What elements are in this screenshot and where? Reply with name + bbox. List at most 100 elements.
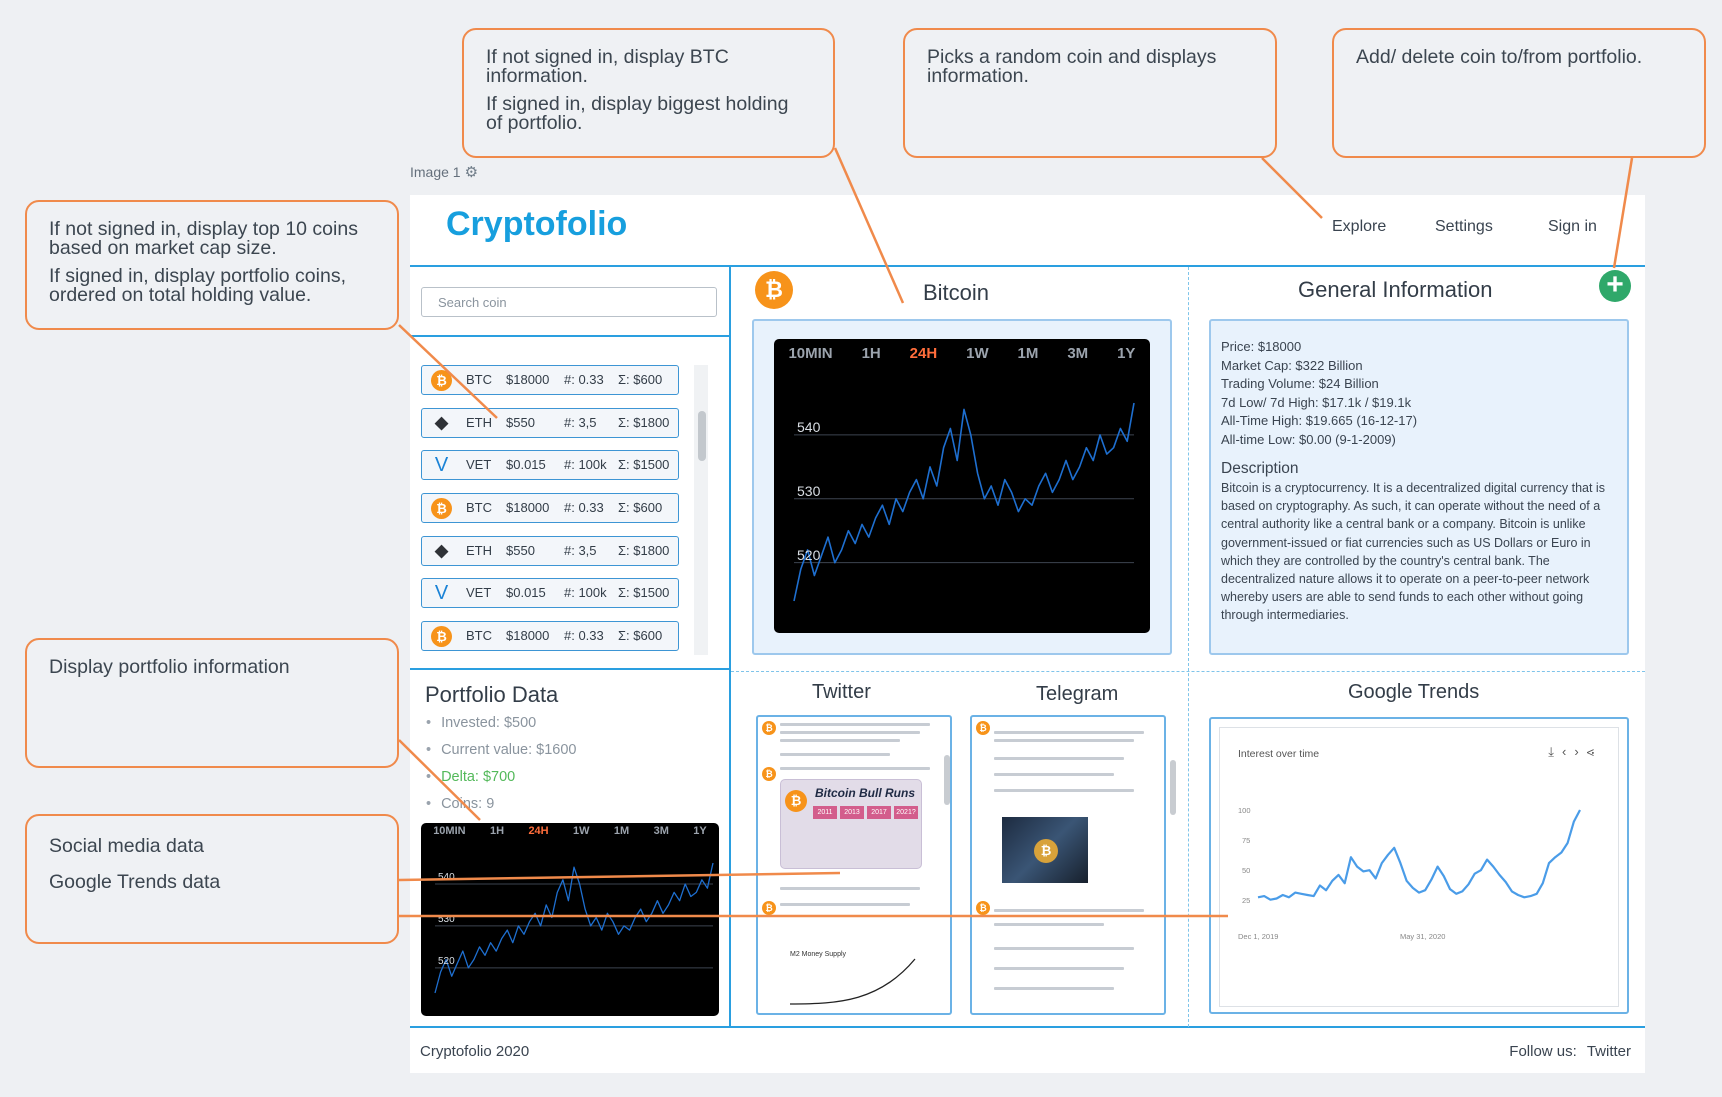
- tab-24h[interactable]: 24H: [528, 825, 548, 837]
- bitcoin-icon: ₿: [785, 790, 807, 812]
- message-text: [994, 739, 1134, 742]
- coin-row[interactable]: ₿ BTC $18000 #: 0.33 Σ: $600: [421, 365, 679, 395]
- callout-text: If not signed in, display BTC informatio…: [486, 46, 729, 87]
- coin-amount: #: 100k: [564, 457, 607, 472]
- coin-list-scrollbar[interactable]: [694, 365, 708, 655]
- y-tick-label: 520: [797, 546, 821, 563]
- portfolio-coins: Coins: 9: [426, 791, 577, 818]
- tab-1m[interactable]: 1M: [1018, 345, 1039, 362]
- download-icon[interactable]: ⤓: [1548, 744, 1562, 759]
- tab-1y[interactable]: 1Y: [693, 825, 706, 837]
- app-mockup: Cryptofolio Explore Settings Sign in Sea…: [410, 195, 1645, 1073]
- callout-text: Add/ delete coin to/from portfolio.: [1356, 46, 1643, 68]
- main-chart: 10MIN 1H 24H 1W 1M 3M 1Y 520 530 540: [774, 339, 1150, 633]
- tab-3m[interactable]: 3M: [1067, 345, 1088, 362]
- footer-divider: [410, 1026, 1645, 1028]
- bitcoin-icon: ₿: [431, 370, 452, 391]
- tab-3m[interactable]: 3M: [654, 825, 669, 837]
- trends-xtick: Dec 1, 2019: [1238, 932, 1279, 941]
- portfolio-invested: Invested: $500: [426, 710, 577, 737]
- tab-10min[interactable]: 10MIN: [788, 345, 832, 362]
- callout-text: Display portfolio information: [49, 656, 290, 678]
- telegram-scrollbar[interactable]: [1170, 760, 1176, 815]
- search-divider: [410, 335, 731, 337]
- coin-total: Σ: $1500: [618, 457, 670, 472]
- portfolio-chart: 10MIN 1H 24H 1W 1M 3M 1Y 520 530 540: [421, 823, 719, 1016]
- coin-total: Σ: $600: [618, 500, 663, 515]
- message-text: [994, 967, 1124, 970]
- bull-year: 2017: [867, 806, 891, 819]
- logo[interactable]: Cryptofolio: [446, 205, 627, 244]
- tab-1y[interactable]: 1Y: [1117, 345, 1135, 362]
- coin-row[interactable]: ◆ ETH $550 #: 3,5 Σ: $1800: [421, 408, 679, 438]
- y-tick-label: 530: [797, 482, 821, 499]
- coin-row[interactable]: ₿ BTC $18000 #: 0.33 Σ: $600: [421, 621, 679, 651]
- search-input[interactable]: Search coin: [421, 287, 717, 317]
- callout-add-delete: Add/ delete coin to/from portfolio.: [1332, 28, 1706, 158]
- twitter-scrollbar[interactable]: [944, 755, 950, 805]
- nav-explore[interactable]: Explore: [1332, 218, 1386, 236]
- embed-icon[interactable]: ‹›: [1562, 744, 1587, 759]
- portfolio-plot: [434, 862, 714, 994]
- message-text: [994, 923, 1104, 926]
- tweet-text: [780, 767, 930, 770]
- portfolio-series-line: [434, 862, 714, 994]
- info-price: Price: $18000: [1221, 339, 1302, 354]
- trends-series-line: [1257, 809, 1581, 901]
- coin-amount: #: 0.33: [564, 500, 604, 515]
- tweet-text: [780, 723, 930, 726]
- tweet-text: [780, 887, 920, 890]
- portfolio-divider: [410, 668, 731, 670]
- coin-list-scroll-thumb[interactable]: [698, 411, 706, 461]
- tweet-text: [780, 739, 900, 742]
- telegram-image: ₿: [1002, 817, 1088, 883]
- twitter-feed[interactable]: ₿ ₿ ₿ Bitcoin Bull Runs 2011 2013 2017 2…: [756, 715, 952, 1015]
- tab-1w[interactable]: 1W: [573, 825, 590, 837]
- coin-row[interactable]: ₿ BTC $18000 #: 0.33 Σ: $600: [421, 493, 679, 523]
- coin-price: $550: [506, 415, 535, 430]
- coin-row[interactable]: ◆ ETH $550 #: 3,5 Σ: $1800: [421, 536, 679, 566]
- trends-plot: [1257, 809, 1581, 901]
- description-text: Bitcoin is a cryptocurrency. It is a dec…: [1221, 481, 1605, 623]
- share-icon[interactable]: ⋖: [1587, 744, 1602, 759]
- coin-row[interactable]: V VET $0.015 #: 100k Σ: $1500: [421, 578, 679, 608]
- callout-text: If not signed in, display top 10 coins b…: [49, 218, 358, 259]
- portfolio-current-value: Current value: $1600: [426, 737, 576, 764]
- footer-copyright: Cryptofolio 2020: [420, 1043, 530, 1060]
- coin-row[interactable]: V VET $0.015 #: 100k Σ: $1500: [421, 450, 679, 480]
- footer-twitter-link[interactable]: Twitter: [1587, 1043, 1631, 1060]
- chart-tabs: 10MIN 1H 24H 1W 1M 3M 1Y: [774, 345, 1150, 362]
- money-supply-chart: M2 Money Supply: [780, 949, 920, 1009]
- trends-ytick: 75: [1242, 836, 1251, 845]
- bull-year: 2021?: [894, 806, 918, 819]
- vechain-icon: V: [434, 582, 449, 604]
- coin-total: Σ: $600: [618, 372, 663, 387]
- gear-icon[interactable]: ⚙: [465, 163, 478, 181]
- telegram-feed[interactable]: ₿ ₿ ₿: [970, 715, 1166, 1015]
- message-text: [994, 909, 1144, 912]
- nav-settings[interactable]: Settings: [1435, 218, 1493, 236]
- image-label-text: Image 1: [410, 164, 461, 180]
- trends-xtick: May 31, 2020: [1400, 932, 1446, 941]
- callout-text: If signed in, display biggest holding of…: [486, 93, 789, 134]
- tab-1w[interactable]: 1W: [966, 345, 989, 362]
- vechain-icon: V: [434, 454, 449, 476]
- bitcoin-icon: ₿: [1034, 839, 1058, 863]
- tab-1h[interactable]: 1H: [490, 825, 504, 837]
- callout-text: Google Trends data: [49, 871, 221, 893]
- tab-1m[interactable]: 1M: [614, 825, 629, 837]
- bitcoin-icon: ₿: [755, 271, 793, 309]
- tab-10min[interactable]: 10MIN: [433, 825, 465, 837]
- tab-1h[interactable]: 1H: [862, 345, 881, 362]
- portfolio-list: Invested: $500 Current value: $1600 Delt…: [426, 710, 577, 818]
- nav-sign-in[interactable]: Sign in: [1548, 218, 1597, 236]
- google-trends-card: Interest over time ⤓‹›⋖ 100 75 50 25 Dec…: [1219, 727, 1619, 1007]
- tab-24h[interactable]: 24H: [910, 345, 938, 362]
- callout-top-coins: If not signed in, display top 10 coins b…: [25, 200, 399, 330]
- bitcoin-icon: ₿: [976, 721, 990, 735]
- money-supply-label: M2 Money Supply: [790, 951, 847, 958]
- general-info-body: Price: $18000 Market Cap: $322 Billion T…: [1221, 338, 1616, 625]
- y-tick-label: 540: [438, 871, 455, 883]
- coin-price: $18000: [506, 628, 550, 643]
- add-coin-button[interactable]: +: [1599, 270, 1631, 302]
